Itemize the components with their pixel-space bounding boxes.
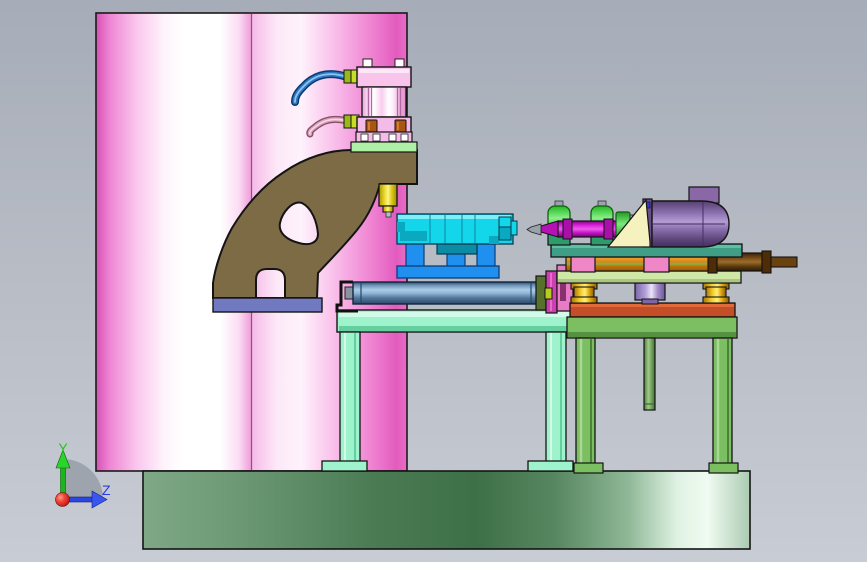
lavender-support[interactable] <box>634 282 666 301</box>
flange-bolt <box>388 133 397 142</box>
gold-support-flange[interactable] <box>570 296 598 304</box>
left-table-leg-right[interactable] <box>545 331 567 463</box>
air-fitting-top[interactable] <box>343 69 352 84</box>
yellow-quill[interactable] <box>378 183 398 207</box>
y-axis-label: Y <box>58 440 68 456</box>
shading <box>359 69 409 73</box>
cad-viewport: Y Z <box>0 0 867 562</box>
slide-cylinder-barrel[interactable] <box>352 281 539 305</box>
air-fitting-bottom[interactable] <box>343 114 352 129</box>
yellow-quill-step[interactable] <box>382 205 394 213</box>
arm-cap-plate[interactable] <box>350 141 418 153</box>
z-axis-label: Z <box>102 482 111 498</box>
fixture-leg[interactable] <box>476 242 496 269</box>
shaft-collar[interactable] <box>562 218 573 240</box>
shading <box>489 236 499 244</box>
hanging-rod[interactable] <box>643 337 656 411</box>
cad-scene: Y Z <box>0 0 867 562</box>
flange-bolt <box>360 133 369 142</box>
tool-tip[interactable] <box>385 211 392 218</box>
fixture-step[interactable] <box>498 216 512 228</box>
fixture-step[interactable] <box>498 226 512 241</box>
brown-cylinder-flange[interactable] <box>761 250 772 274</box>
flange-bolt <box>400 133 409 142</box>
arm-base-plate[interactable] <box>212 297 323 313</box>
copper-nut <box>394 119 407 133</box>
left-table-foot-left[interactable] <box>321 460 368 472</box>
base-plinth-part[interactable] <box>142 470 751 550</box>
shading <box>339 312 570 317</box>
brown-cylinder-rod[interactable] <box>770 256 798 268</box>
shaft-collar[interactable] <box>603 218 614 240</box>
fixture-base-plate[interactable] <box>396 265 500 279</box>
left-table-foot-right[interactable] <box>527 460 574 472</box>
flange-bolt <box>372 133 381 142</box>
shading <box>398 215 511 219</box>
right-table-foot-left[interactable] <box>573 462 604 474</box>
shading <box>568 332 736 337</box>
shading <box>558 279 740 282</box>
copper-nut <box>365 119 378 133</box>
fixture-leg[interactable] <box>405 242 425 269</box>
right-table-leg-left[interactable] <box>575 337 596 465</box>
shading <box>397 222 405 232</box>
left-table-leg-left[interactable] <box>339 331 361 463</box>
slide-fitting[interactable] <box>544 287 553 300</box>
shading <box>400 231 427 241</box>
right-table-leg-right[interactable] <box>712 337 733 465</box>
fixture-step[interactable] <box>510 220 518 236</box>
lavender-support-stub[interactable] <box>641 298 659 305</box>
gold-support-flange[interactable] <box>702 296 730 304</box>
x-axis-origin-ball[interactable] <box>55 492 70 507</box>
shading <box>339 326 570 331</box>
right-table-foot-right[interactable] <box>708 462 739 474</box>
